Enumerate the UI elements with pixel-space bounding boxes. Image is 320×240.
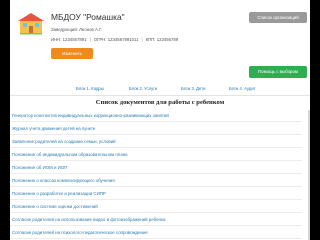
tab-block-4[interactable]: Блок 4. Аудит — [229, 86, 256, 91]
document-item[interactable]: Положение о разработке и реализации СИПР — [10, 188, 302, 200]
document-item[interactable]: Журнал учета движения детей на пункте — [10, 123, 302, 135]
tab-block-2[interactable]: Блок 2. Услуги — [129, 86, 157, 91]
separator: | — [141, 37, 143, 42]
kindergarten-building-icon — [17, 12, 45, 36]
document-item[interactable]: Положение о классах компенсирующего обуч… — [10, 175, 302, 187]
document-list-title: Список документов для работы с ребенком — [95, 99, 225, 106]
separator: | — [89, 37, 91, 42]
help-choose-button[interactable]: Помощь с выбором — [249, 66, 307, 78]
org-identifiers: ИНН: 1234567891 | ОГРН: 1234567891011 | КПП:… — [51, 37, 178, 42]
document-item[interactable]: Согласие родителей на использование виде… — [10, 214, 302, 226]
block-tabs: Блок 1. Кадры Блок 2. Услуги Блок 3. Дет… — [10, 86, 310, 94]
screen: МБДОУ "Ромашка" Заведующий: Леонов А.Г. … — [0, 0, 320, 240]
org-list-button[interactable]: Список организаций — [249, 12, 307, 23]
tab-block-3[interactable]: Блок 3. Дети — [181, 86, 205, 91]
document-item[interactable]: Генератор конспектов индивидуальных корр… — [10, 110, 302, 122]
inn-value: ИНН: 1234567891 — [51, 37, 87, 42]
document-item[interactable]: Положение об ИОМ и ИОП — [10, 162, 302, 174]
document-item[interactable]: Согласие родителей на психолого-педагоги… — [10, 227, 302, 239]
document-item[interactable]: Положение о системе оценки достижений — [10, 201, 302, 213]
tab-block-1[interactable]: Блок 1. Кадры — [76, 86, 104, 91]
director-name: Заведующий: Леонов А.Г. — [51, 27, 103, 32]
document-item[interactable]: Положение об индивидуальном образователь… — [10, 149, 302, 161]
document-list: Генератор конспектов индивидуальных корр… — [10, 110, 310, 240]
page: МБДОУ "Ромашка" Заведующий: Леонов А.Г. … — [10, 0, 310, 240]
document-item[interactable]: Заявление родителей на создание семьи, у… — [10, 136, 302, 148]
edit-button[interactable]: Изменить — [51, 48, 93, 59]
ogrn-value: ОГРН: 1234567891011 — [93, 37, 139, 42]
org-name: МБДОУ "Ромашка" — [51, 12, 125, 22]
kpp-value: КПП: 123456789 — [145, 37, 179, 42]
divider — [10, 95, 310, 96]
